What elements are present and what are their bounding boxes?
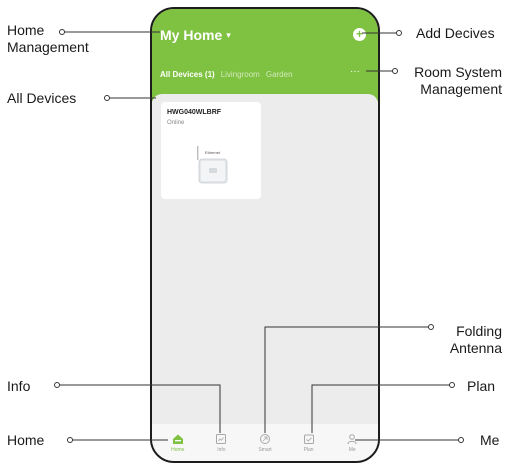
callout-info: Info: [7, 378, 31, 394]
nav-plan-label: Plan: [303, 446, 314, 453]
tab-garden[interactable]: Garden: [266, 70, 293, 79]
home-icon: [172, 434, 183, 444]
home-name: My Home: [160, 27, 223, 43]
callout-all-devices: All Devices: [7, 90, 77, 106]
callout-folding-antenna: Folding Antenna: [449, 323, 502, 356]
home-selector[interactable]: My Home ▾: [160, 27, 231, 43]
callout-add-devices: Add Decives: [416, 25, 495, 41]
nav-smart[interactable]: Smart: [247, 433, 283, 453]
nav-me[interactable]: Me: [334, 433, 370, 453]
callout-me: Me: [480, 432, 500, 448]
nav-me-label: Me: [348, 446, 356, 453]
device-card[interactable]: HWG040WLBRF Online Ethernet: [161, 102, 261, 199]
callout-plan: Plan: [467, 378, 496, 394]
tab-livingroom[interactable]: Livingroom: [221, 70, 260, 79]
room-management-more-icon[interactable]: ···: [350, 66, 360, 77]
device-status: Online: [167, 120, 185, 126]
nav-smart-label: Smart: [258, 446, 272, 453]
port-label: Ethernet: [205, 150, 221, 155]
room-tabs: All Devices (1) Livingroom Garden: [160, 70, 293, 79]
callout-home-management: Home Management: [7, 22, 89, 55]
smart-icon: [259, 433, 270, 444]
add-device-button[interactable]: +: [353, 28, 366, 41]
info-icon: [216, 433, 227, 444]
app-header: My Home ▾ + All Devices (1) Livingroom G…: [152, 9, 378, 101]
nav-home[interactable]: Home: [160, 433, 196, 453]
phone-frame: My Home ▾ + All Devices (1) Livingroom G…: [150, 7, 380, 463]
device-name: HWG040WLBRF: [167, 109, 222, 116]
tab-all-devices[interactable]: All Devices (1): [160, 70, 215, 79]
callout-room-system-management: Room System Management: [414, 64, 502, 97]
bottom-nav: Home Info Smart Plan Me: [152, 424, 378, 461]
plan-icon: [303, 434, 314, 444]
plus-icon: +: [355, 27, 363, 41]
device-list: HWG040WLBRF Online Ethernet: [152, 94, 378, 434]
nav-info[interactable]: Info: [203, 433, 239, 453]
person-icon: [347, 433, 357, 444]
caret-down-icon: ▾: [226, 29, 231, 40]
nav-home-label: Home: [171, 446, 185, 453]
callout-home: Home: [7, 432, 45, 448]
gateway-device-icon: Ethernet: [197, 146, 228, 184]
nav-plan[interactable]: Plan: [291, 433, 327, 453]
nav-info-label: Info: [217, 446, 226, 453]
